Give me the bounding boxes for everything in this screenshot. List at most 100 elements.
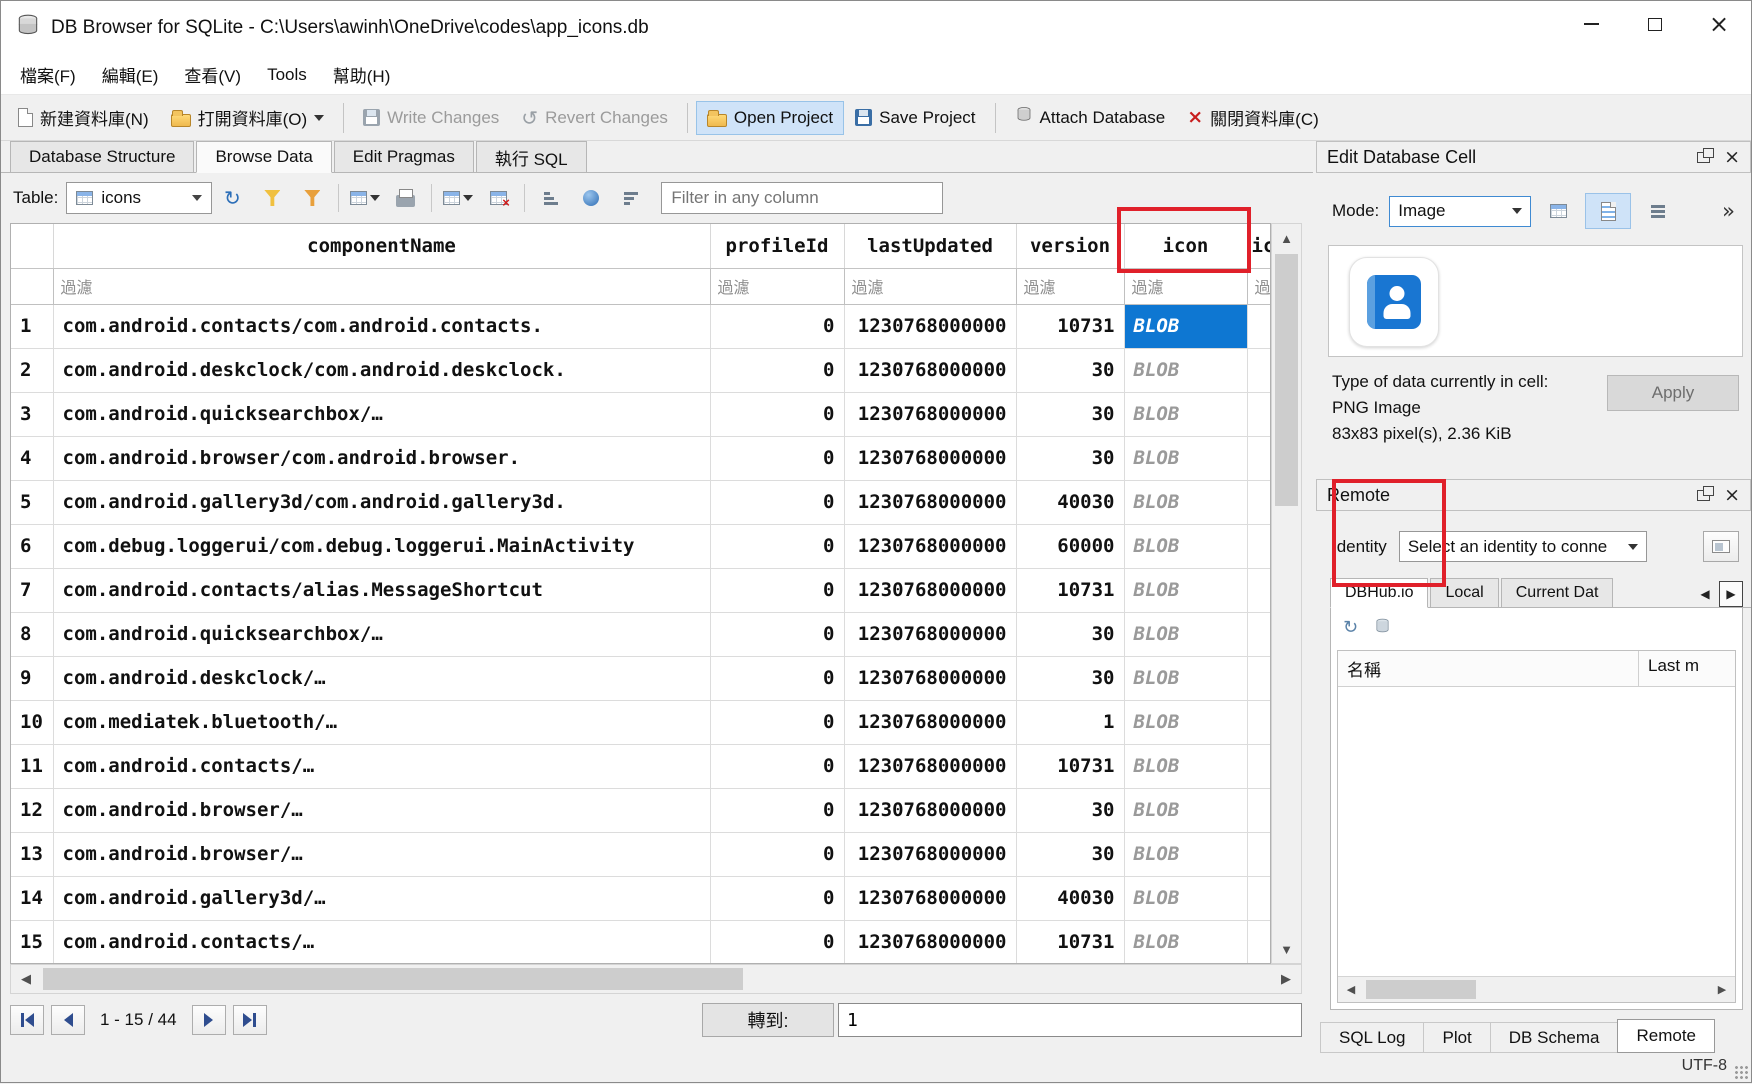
- cell-profile-id[interactable]: 0: [710, 304, 844, 348]
- tab-execute-sql[interactable]: 執行 SQL: [476, 141, 587, 172]
- cell-last-updated[interactable]: 1230768000000: [844, 348, 1016, 392]
- cell-last-updated[interactable]: 1230768000000: [844, 436, 1016, 480]
- last-record-button[interactable]: [233, 1005, 267, 1035]
- cell-icon-blob[interactable]: BLOB: [1124, 348, 1247, 392]
- row-number[interactable]: 13: [11, 832, 53, 876]
- import-data-button[interactable]: [1541, 194, 1575, 228]
- cell-component-name[interactable]: com.android.contacts/…: [53, 744, 710, 788]
- cell-component-name[interactable]: com.android.contacts/…: [53, 920, 710, 964]
- cell-icon-blob[interactable]: BLOB: [1124, 788, 1247, 832]
- align-button[interactable]: [1641, 194, 1675, 228]
- more-tools-chevron-icon[interactable]: »: [1722, 199, 1735, 223]
- cell-partial[interactable]: [1247, 480, 1271, 524]
- header-profile-id[interactable]: profileId: [710, 224, 844, 268]
- cell-component-name[interactable]: com.android.contacts/alias.MessageShortc…: [53, 568, 710, 612]
- horizontal-scrollbar-track[interactable]: [41, 965, 1271, 993]
- cell-partial[interactable]: [1247, 788, 1271, 832]
- cell-last-updated[interactable]: 1230768000000: [844, 700, 1016, 744]
- remote-refresh-icon[interactable]: ↻: [1343, 619, 1358, 637]
- menu-help[interactable]: 幫助(H): [320, 55, 404, 94]
- cell-profile-id[interactable]: 0: [710, 876, 844, 920]
- filter-version[interactable]: 過濾: [1016, 268, 1124, 304]
- mode-select[interactable]: Image: [1389, 196, 1531, 227]
- remote-clone-icon[interactable]: [1374, 617, 1391, 639]
- cell-version[interactable]: 30: [1016, 436, 1124, 480]
- row-number[interactable]: 11: [11, 744, 53, 788]
- header-icon[interactable]: icon: [1124, 224, 1247, 268]
- cell-partial[interactable]: [1247, 392, 1271, 436]
- cell-last-updated[interactable]: 1230768000000: [844, 788, 1016, 832]
- tab-edit-pragmas[interactable]: Edit Pragmas: [334, 141, 474, 172]
- row-number[interactable]: 15: [11, 920, 53, 964]
- cell-last-updated[interactable]: 1230768000000: [844, 568, 1016, 612]
- cell-version[interactable]: 60000: [1016, 524, 1124, 568]
- cell-icon-blob[interactable]: BLOB: [1124, 568, 1247, 612]
- cell-version[interactable]: 10731: [1016, 744, 1124, 788]
- cell-component-name[interactable]: com.android.gallery3d/com.android.galler…: [53, 480, 710, 524]
- cell-version[interactable]: 30: [1016, 788, 1124, 832]
- cell-last-updated[interactable]: 1230768000000: [844, 524, 1016, 568]
- next-record-button[interactable]: [192, 1005, 226, 1035]
- cell-version[interactable]: 30: [1016, 832, 1124, 876]
- save-project-button[interactable]: Save Project: [844, 101, 986, 135]
- cell-profile-id[interactable]: 0: [710, 700, 844, 744]
- row-number[interactable]: 12: [11, 788, 53, 832]
- cell-version[interactable]: 30: [1016, 392, 1124, 436]
- sort-ascending-button[interactable]: [531, 180, 571, 216]
- cell-profile-id[interactable]: 0: [710, 920, 844, 964]
- cell-version[interactable]: 10731: [1016, 304, 1124, 348]
- attach-database-button[interactable]: Attach Database: [1004, 99, 1177, 136]
- cell-profile-id[interactable]: 0: [710, 744, 844, 788]
- cell-component-name[interactable]: com.android.browser/…: [53, 832, 710, 876]
- close-button[interactable]: ×: [1687, 1, 1751, 47]
- remote-scroll-left-icon[interactable]: ◀: [1338, 977, 1364, 1002]
- tab-current-database[interactable]: Current Dat: [1501, 578, 1614, 607]
- cell-version[interactable]: 10731: [1016, 568, 1124, 612]
- tab-dbhub[interactable]: DBHub.io: [1330, 578, 1428, 608]
- remote-scrollbar-track[interactable]: [1364, 977, 1709, 1002]
- cell-partial[interactable]: [1247, 348, 1271, 392]
- cell-partial[interactable]: [1247, 920, 1271, 964]
- row-number[interactable]: 4: [11, 436, 53, 480]
- cell-component-name[interactable]: com.android.deskclock/com.android.deskcl…: [53, 348, 710, 392]
- cell-version[interactable]: 10731: [1016, 920, 1124, 964]
- cell-icon-blob[interactable]: BLOB: [1124, 304, 1247, 348]
- cell-last-updated[interactable]: 1230768000000: [844, 480, 1016, 524]
- revert-changes-button[interactable]: ↺ Revert Changes: [510, 101, 679, 135]
- apply-button[interactable]: Apply: [1607, 375, 1739, 411]
- cell-version[interactable]: 30: [1016, 612, 1124, 656]
- cell-last-updated[interactable]: 1230768000000: [844, 304, 1016, 348]
- cell-profile-id[interactable]: 0: [710, 568, 844, 612]
- header-component-name[interactable]: componentName: [53, 224, 710, 268]
- open-project-button[interactable]: Open Project: [696, 101, 844, 135]
- cell-component-name[interactable]: com.android.contacts/com.android.contact…: [53, 304, 710, 348]
- cell-icon-blob[interactable]: BLOB: [1124, 920, 1247, 964]
- maximize-button[interactable]: [1623, 1, 1687, 47]
- cell-profile-id[interactable]: 0: [710, 524, 844, 568]
- cell-icon-blob[interactable]: BLOB: [1124, 744, 1247, 788]
- close-panel-icon[interactable]: ×: [1724, 486, 1740, 505]
- tab-remote[interactable]: Remote: [1617, 1019, 1715, 1053]
- menu-view[interactable]: 查看(V): [171, 55, 254, 94]
- cell-profile-id[interactable]: 0: [710, 392, 844, 436]
- cell-version[interactable]: 1: [1016, 700, 1124, 744]
- encoding-button[interactable]: [571, 180, 611, 216]
- cell-version[interactable]: 30: [1016, 656, 1124, 700]
- tab-local[interactable]: Local: [1430, 578, 1498, 607]
- remote-horizontal-scrollbar[interactable]: ◀ ▶: [1338, 976, 1735, 1002]
- cell-component-name[interactable]: com.android.deskclock/…: [53, 656, 710, 700]
- filter-icon[interactable]: 過濾: [1124, 268, 1247, 304]
- identity-settings-button[interactable]: [1703, 531, 1739, 562]
- cell-partial[interactable]: [1247, 700, 1271, 744]
- grid-vertical-scrollbar[interactable]: ▲ ▼: [1271, 223, 1302, 964]
- horizontal-scrollbar-thumb[interactable]: [43, 968, 743, 990]
- cell-partial[interactable]: [1247, 304, 1271, 348]
- cell-version[interactable]: 40030: [1016, 480, 1124, 524]
- row-number[interactable]: 9: [11, 656, 53, 700]
- cell-icon-blob[interactable]: BLOB: [1124, 436, 1247, 480]
- write-changes-button[interactable]: Write Changes: [352, 101, 510, 135]
- row-number[interactable]: 3: [11, 392, 53, 436]
- close-panel-icon[interactable]: ×: [1724, 148, 1740, 167]
- cell-partial[interactable]: [1247, 744, 1271, 788]
- cell-profile-id[interactable]: 0: [710, 832, 844, 876]
